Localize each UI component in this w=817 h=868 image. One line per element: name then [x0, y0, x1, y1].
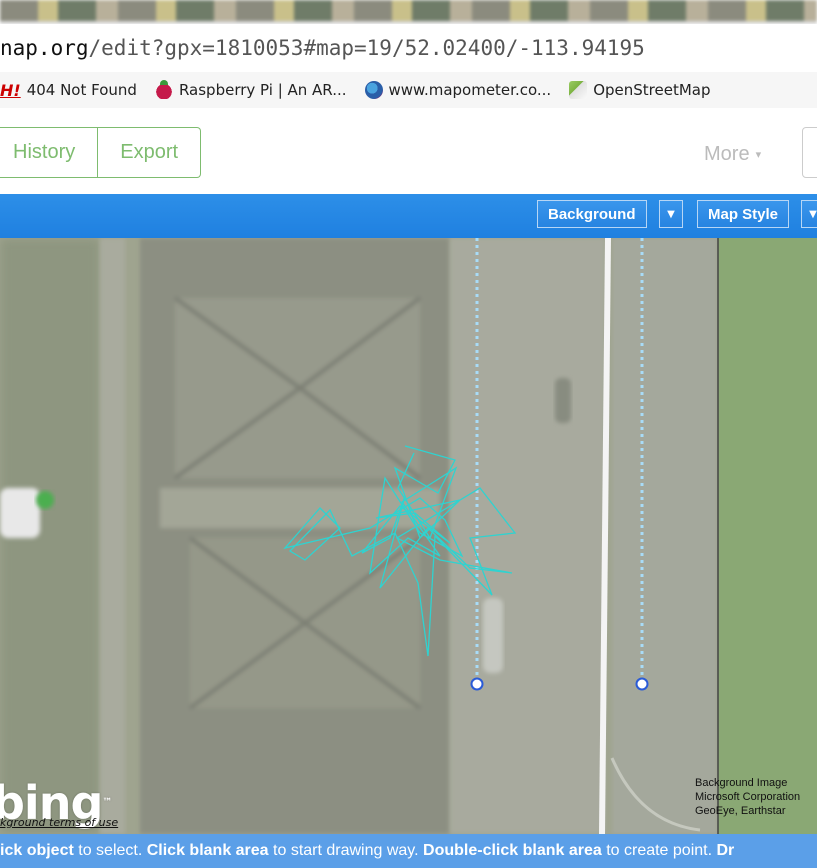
- more-label: More: [704, 143, 750, 165]
- bookmark-openstreetmap[interactable]: OpenStreetMap: [569, 81, 711, 99]
- parked-car: [483, 598, 503, 673]
- raspberry-pi-icon: [154, 80, 173, 99]
- footer-bold: ick object: [0, 842, 74, 859]
- tree: [36, 491, 54, 509]
- address-path: /edit?gpx=1810053#map=19/52.02400/-113.9…: [88, 36, 645, 60]
- map-canvas[interactable]: bing™ kground terms of use Background Im…: [0, 238, 817, 834]
- footer-bold: Click blank area: [146, 842, 269, 859]
- browser-tab-strip: [0, 0, 817, 24]
- toolbar-button-group: History Export: [0, 127, 202, 178]
- map-imagery: [0, 238, 817, 834]
- chevron-down-icon: ▾: [755, 149, 762, 162]
- map-control-bar: Background ▼ Map Style ▼: [0, 194, 817, 238]
- globe-icon: [364, 81, 383, 99]
- footer-text: to create point.: [601, 842, 717, 859]
- background-dropdown-caret-icon[interactable]: ▼: [659, 200, 683, 228]
- path-endpoint-node[interactable]: [470, 677, 484, 691]
- map-style-button[interactable]: Map Style: [697, 200, 790, 228]
- footer-bold: Double-click blank area: [423, 842, 602, 859]
- bookmark-label: www.mapometer.co...: [388, 81, 552, 99]
- hi-icon: H!: [0, 81, 21, 100]
- attribution-line: Background Image: [695, 777, 788, 789]
- export-button[interactable]: Export: [98, 127, 202, 178]
- bookmark-label: Raspberry Pi | An AR...: [178, 81, 347, 99]
- more-menu-button[interactable]: More ▾: [704, 143, 761, 166]
- bookmark-404-not-found[interactable]: H! 404 Not Found: [0, 81, 137, 100]
- grass-area: [718, 238, 817, 834]
- imagery-attribution: Background Image Microsoft Corporation G…: [695, 776, 817, 818]
- footer-text: to start drawing way.: [268, 842, 424, 859]
- bookmark-label: 404 Not Found: [26, 81, 137, 99]
- shed: [0, 488, 40, 538]
- street: [612, 238, 717, 834]
- user-menu-box[interactable]: [802, 127, 817, 178]
- background-button[interactable]: Background: [537, 200, 647, 228]
- bing-terms-link[interactable]: kground terms of use: [0, 816, 118, 829]
- status-footer: ick object to select. Click blank area t…: [0, 834, 817, 868]
- map-style-dropdown-caret-icon[interactable]: ▼: [801, 200, 817, 228]
- footer-text: to select.: [73, 842, 147, 859]
- history-button[interactable]: History: [0, 127, 99, 178]
- openstreetmap-icon: [569, 81, 588, 99]
- attribution-line: Microsoft Corporation: [695, 791, 801, 803]
- bookmark-label: OpenStreetMap: [593, 81, 711, 99]
- attribution-line: GeoEye, Earthstar: [695, 805, 786, 817]
- footer-bold: Dr: [716, 842, 735, 859]
- editor-toolbar: History Export More ▾: [0, 108, 817, 194]
- bookmark-raspberry-pi[interactable]: Raspberry Pi | An AR...: [154, 80, 347, 99]
- bookmark-mapometer[interactable]: www.mapometer.co...: [364, 81, 552, 99]
- path-endpoint-node[interactable]: [635, 677, 649, 691]
- driveway: [450, 238, 605, 834]
- bookmarks-bar: H! 404 Not Found Raspberry Pi | An AR...…: [0, 72, 817, 109]
- alley: [100, 238, 125, 834]
- parked-car: [555, 378, 571, 423]
- address-bar[interactable]: nap.org/edit?gpx=1810053#map=19/52.02400…: [0, 24, 817, 73]
- address-host: nap.org: [0, 36, 89, 60]
